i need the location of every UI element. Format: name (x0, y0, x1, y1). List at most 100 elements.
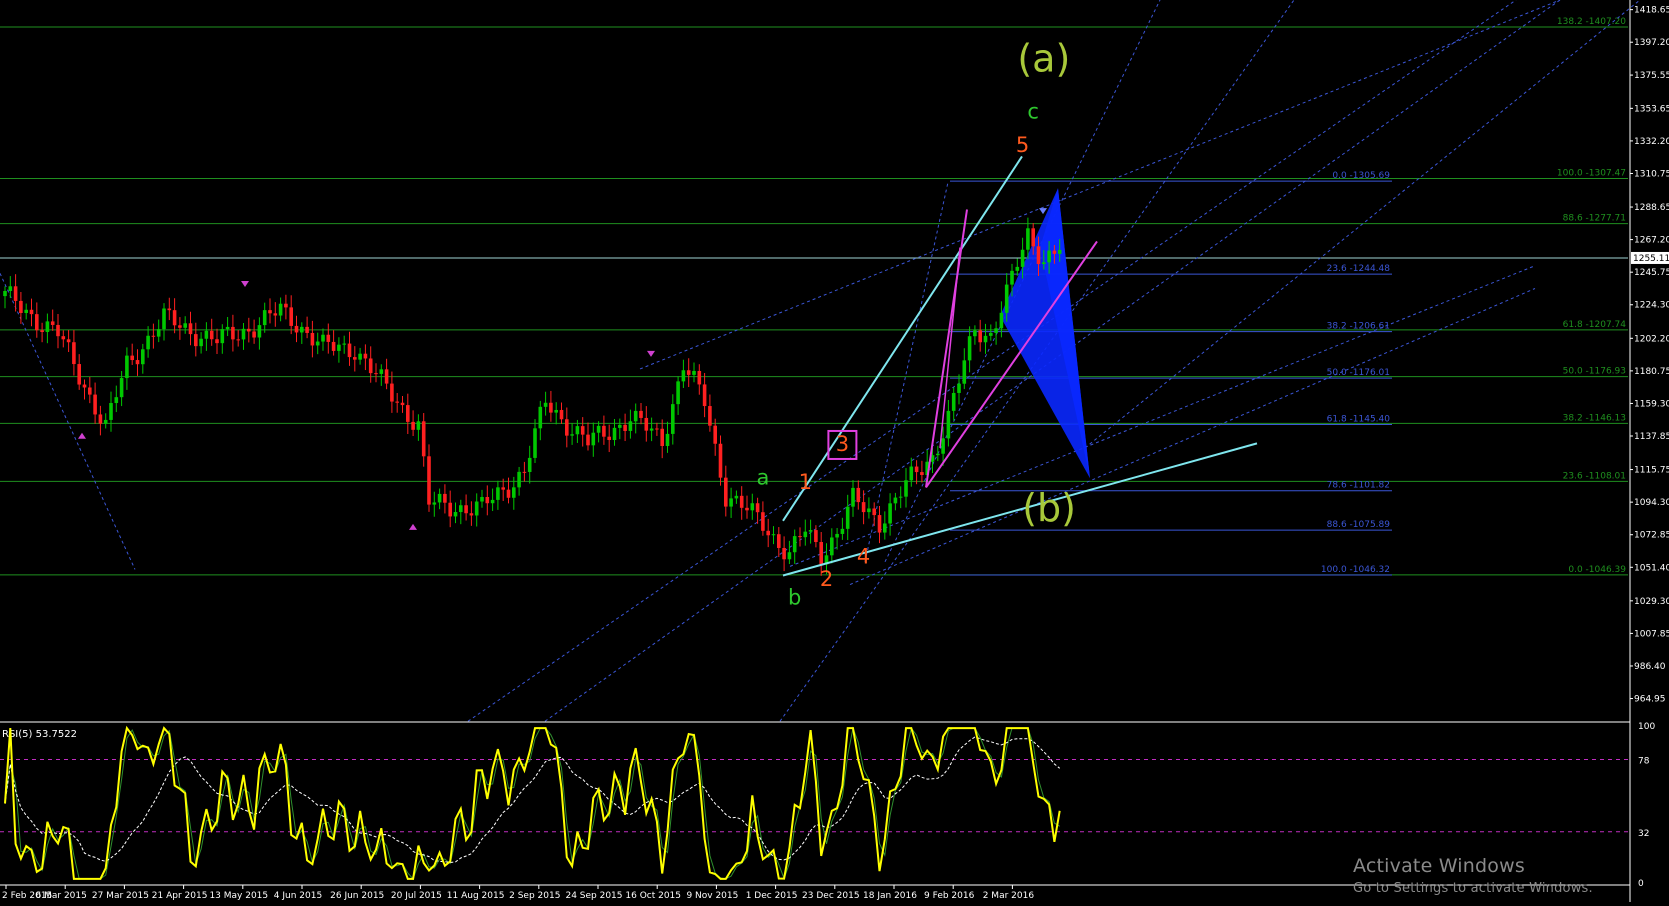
candle-body (480, 496, 484, 502)
candle-body (623, 424, 627, 431)
candle-body (1010, 270, 1014, 285)
price-tick-label: 986.40 (1634, 662, 1666, 672)
candle-body (35, 314, 39, 331)
time-tick-label: 6 Mar 2015 (36, 891, 87, 901)
level-label: 100.0 -1046.32 (1321, 565, 1390, 575)
candle-body (967, 336, 972, 361)
candle-body (856, 487, 861, 503)
candle-body (671, 404, 675, 434)
candle-body (3, 290, 7, 297)
candle-body (220, 329, 225, 344)
candle-body (326, 334, 331, 342)
candle-body (676, 381, 680, 405)
candle-body (718, 443, 723, 478)
candle-body (920, 472, 924, 475)
candle-body (527, 457, 532, 472)
candle-body (559, 409, 564, 420)
candle-body (877, 515, 882, 533)
price-tick-label: 1418.65 (1634, 6, 1669, 16)
candle-body (665, 433, 670, 447)
time-tick-label: 18 Jan 2016 (863, 891, 917, 901)
candle-body (554, 409, 558, 413)
candle-body (183, 323, 187, 328)
price-tick-label: 1353.65 (1634, 104, 1669, 114)
candle-body (1026, 228, 1030, 250)
wave-label: 3 (836, 432, 849, 456)
level-label: 38.2 -1146.13 (1563, 413, 1626, 423)
candle-body (697, 370, 702, 385)
candle-body (808, 530, 813, 532)
candle-body (167, 308, 172, 311)
candle-body (517, 471, 521, 488)
swing-arrow (1039, 208, 1047, 215)
candle-body (178, 325, 182, 328)
candle-body (278, 303, 283, 316)
candle-body (284, 303, 288, 308)
candle-body (1042, 262, 1046, 265)
candle-body (241, 328, 246, 340)
price-tick-label: 1245.75 (1634, 268, 1669, 278)
wave-label: 2 (820, 567, 833, 591)
candle-body (411, 421, 415, 430)
candle-body (490, 499, 495, 504)
candle-body (13, 286, 18, 301)
candle-body (199, 338, 203, 347)
wave-label: c (1027, 99, 1039, 123)
candle-body (713, 425, 717, 444)
candle-body (612, 427, 617, 441)
candle-body (914, 466, 919, 473)
candle-body (739, 495, 744, 508)
candle-body (898, 496, 903, 498)
price-tick-label: 1115.75 (1634, 466, 1669, 476)
candle-body (957, 383, 961, 393)
wave-label: (b) (1022, 486, 1076, 530)
candle-body (660, 428, 664, 447)
candle-body (421, 421, 426, 457)
candle-body (209, 330, 214, 340)
candle-body (814, 530, 818, 543)
candle-body (289, 307, 293, 326)
candle-body (999, 312, 1004, 329)
candle-body (353, 357, 357, 360)
candle-body (1004, 284, 1009, 313)
candle-body (708, 406, 712, 426)
candle-body (432, 502, 437, 505)
candle-body (602, 425, 606, 437)
wave-label: b (788, 585, 801, 609)
candle-body (252, 331, 256, 338)
chart-container: 138.2 -1407.20 100.0 -1307.47 88.6 -1277.7… (0, 0, 1669, 902)
candle-body (538, 406, 543, 429)
candle-body (236, 339, 240, 341)
time-tick-label: 23 Dec 2015 (802, 891, 860, 901)
candle-body (692, 370, 696, 375)
candle-body (909, 466, 914, 481)
candle-body (1036, 246, 1041, 265)
candle-body (262, 310, 267, 326)
candle-body (151, 335, 156, 337)
wave-label: 1 (799, 470, 812, 494)
candle-body (321, 334, 325, 342)
candle-body (146, 335, 150, 350)
candle-body (98, 414, 103, 424)
candle-body (819, 542, 823, 565)
watermark-subtitle: Go to Settings to activate Windows. (1353, 881, 1593, 896)
candle-body (946, 410, 951, 439)
price-tick-label: 1288.65 (1634, 203, 1669, 213)
candle-body (501, 487, 505, 490)
time-tick-label: 1 Dec 2015 (746, 891, 798, 901)
wave-label: 5 (1016, 133, 1029, 157)
candle-body (681, 370, 686, 382)
candle-body (941, 438, 945, 454)
time-tick-label: 26 Jun 2015 (330, 891, 384, 901)
swing-arrow (409, 523, 417, 530)
candle-body (512, 487, 516, 498)
candle-body (61, 336, 66, 340)
trend-line (782, 442, 1258, 577)
candle-body (724, 477, 728, 507)
candle-body (1057, 249, 1062, 254)
candle-body (798, 536, 802, 538)
candle-body (994, 328, 998, 333)
candle-body (459, 505, 463, 513)
candle-body (782, 547, 786, 560)
candle-body (437, 493, 442, 503)
